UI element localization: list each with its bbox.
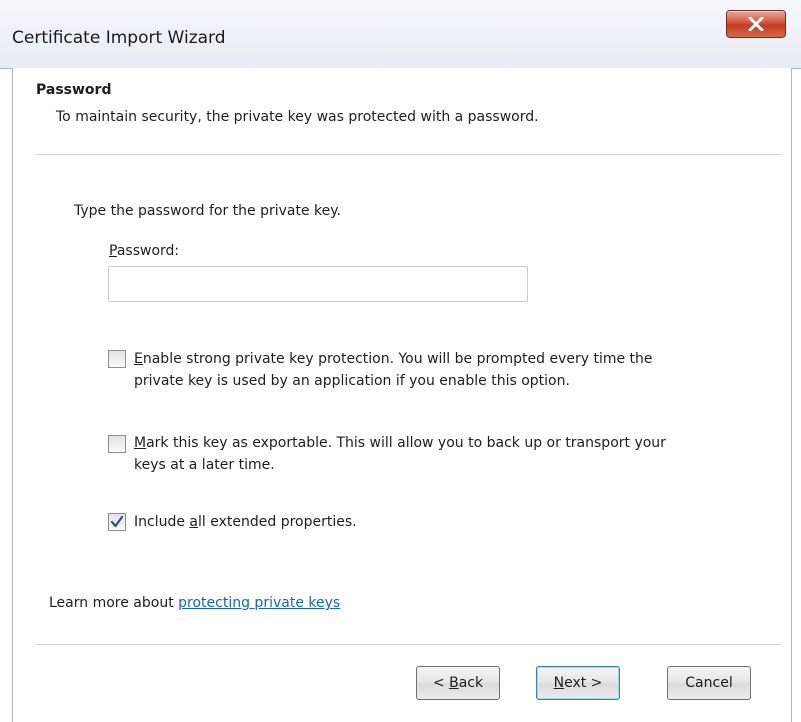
strong-protection-line1: Enable strong private key protection. Yo… (134, 348, 754, 370)
exportable-text: ark this key as exportable. This will al… (146, 435, 666, 451)
password-prompt: Type the password for the private key. (74, 203, 341, 219)
header-divider (36, 154, 781, 155)
page-title: Password (36, 82, 112, 98)
page-subtitle: To maintain security, the private key wa… (56, 109, 539, 125)
next-button-text: ext > (564, 675, 603, 691)
back-button-mnemonic: B (449, 675, 459, 691)
exportable-line2: keys at a later time. (134, 457, 275, 473)
learn-more-line: Learn more about protecting private keys (49, 595, 340, 611)
close-x-icon (748, 17, 764, 31)
wizard-client-area (12, 68, 792, 722)
back-button-prefix: < (432, 675, 450, 691)
certificate-import-wizard-window: Certificate Import Wizard Password To ma… (0, 0, 801, 722)
checkmark-icon (110, 515, 124, 528)
extended-properties-checkbox[interactable] (108, 513, 126, 531)
exportable-checkbox[interactable] (108, 435, 126, 453)
strong-protection-text: nable strong private key protection. You… (142, 351, 653, 367)
password-label-text: assword: (116, 243, 180, 259)
strong-protection-label[interactable]: Enable strong private key protection. Yo… (134, 348, 754, 392)
strong-protection-mnemonic: E (134, 351, 143, 367)
password-input[interactable] (108, 266, 528, 302)
exportable-mnemonic: M (134, 435, 147, 451)
password-label: Password: (109, 243, 179, 259)
footer-divider (36, 644, 781, 645)
back-button[interactable]: < Back (416, 666, 500, 700)
strong-protection-checkbox[interactable] (108, 350, 126, 368)
extended-properties-post: ll extended properties. (198, 514, 357, 530)
exportable-label[interactable]: Mark this key as exportable. This will a… (134, 432, 754, 476)
exportable-line1: Mark this key as exportable. This will a… (134, 432, 754, 454)
window-title: Certificate Import Wizard (12, 28, 226, 48)
back-button-text: ack (458, 675, 484, 691)
title-bar[interactable]: Certificate Import Wizard (0, 0, 801, 69)
next-button-mnemonic: N (553, 675, 565, 691)
protecting-private-keys-link[interactable]: protecting private keys (178, 595, 340, 611)
extended-properties-pre: Include (134, 514, 190, 530)
cancel-button[interactable]: Cancel (667, 666, 751, 700)
extended-properties-mnemonic: a (189, 514, 199, 530)
next-button[interactable]: Next > (536, 666, 620, 700)
extended-properties-label[interactable]: Include all extended properties. (134, 511, 754, 533)
close-button[interactable] (726, 10, 786, 38)
learn-more-text: Learn more about (49, 595, 179, 611)
strong-protection-line2: private key is used by an application if… (134, 373, 570, 389)
password-label-mnemonic: P (109, 243, 117, 259)
